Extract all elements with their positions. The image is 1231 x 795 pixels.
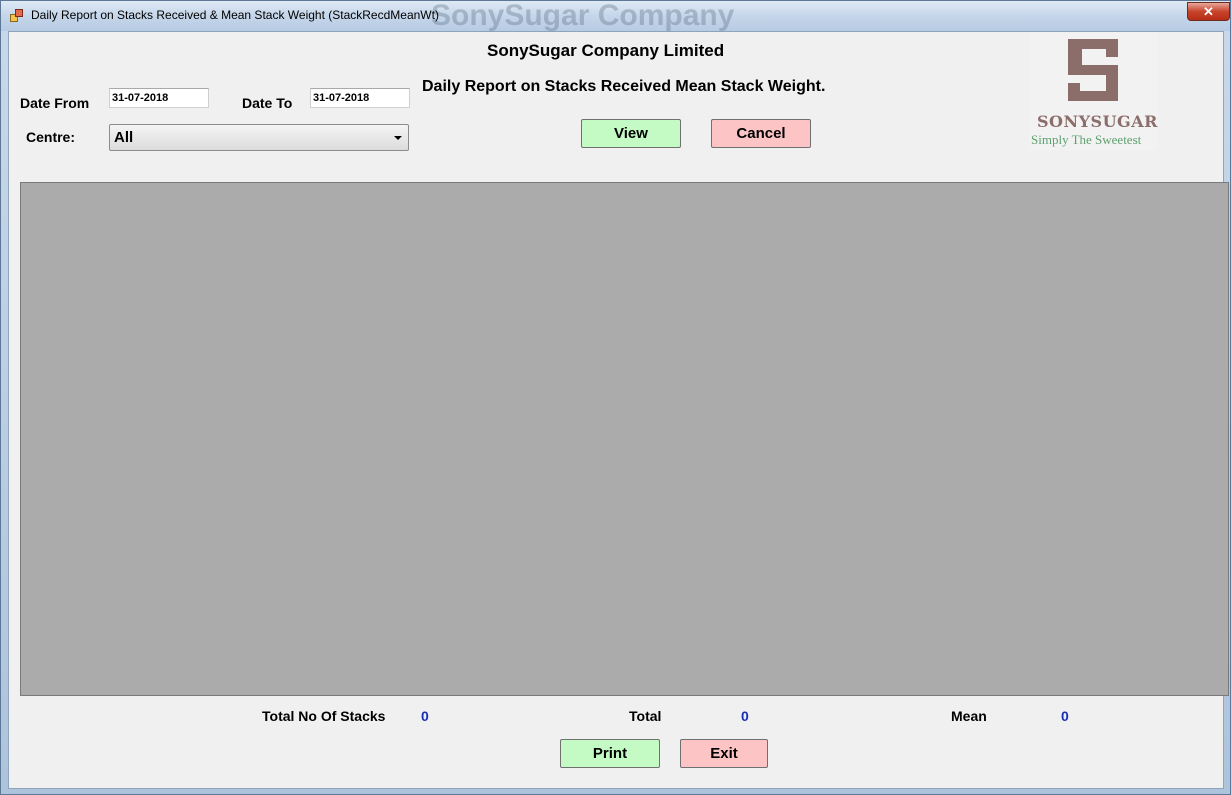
total-stacks-label: Total No Of Stacks	[262, 708, 386, 724]
centre-label: Centre:	[26, 129, 76, 145]
title-bar[interactable]: SonySugar Company Daily Report on Stacks…	[1, 1, 1230, 31]
exit-button[interactable]: Exit	[680, 739, 768, 768]
company-logo: SONYSUGAR Simply The Sweetest	[1029, 32, 1157, 150]
logo-wordmark: SONYSUGAR	[1037, 112, 1158, 131]
date-from-field[interactable]: 31-07-2018	[109, 88, 209, 108]
background-window-title: SonySugar Company	[431, 1, 735, 31]
company-name: SonySugar Company Limited	[487, 41, 725, 60]
total-value: 0	[741, 708, 749, 724]
mean-value: 0	[1061, 708, 1069, 724]
report-grid[interactable]	[20, 182, 1229, 696]
date-from-label: Date From	[20, 95, 90, 111]
dropdown-arrow-icon[interactable]	[394, 136, 402, 140]
centre-selected-value: All	[114, 129, 134, 146]
view-button[interactable]: View	[581, 119, 681, 148]
logo-tagline: Simply The Sweetest	[1031, 132, 1142, 147]
window-title: Daily Report on Stacks Received & Mean S…	[31, 8, 439, 22]
form-client-area: SonySugar Company Limited Daily Report o…	[8, 31, 1229, 789]
total-label: Total	[629, 708, 662, 724]
print-button[interactable]: Print	[560, 739, 660, 768]
date-to-field[interactable]: 31-07-2018	[310, 88, 410, 108]
report-window: SonySugar Company Daily Report on Stacks…	[0, 0, 1231, 795]
report-title: Daily Report on Stacks Received Mean Sta…	[422, 78, 826, 95]
cancel-button[interactable]: Cancel	[711, 119, 811, 148]
centre-dropdown[interactable]: All	[109, 124, 409, 151]
mean-label: Mean	[951, 708, 987, 724]
close-window-button[interactable]: ✕	[1187, 2, 1230, 21]
date-to-label: Date To	[242, 95, 293, 111]
total-stacks-value: 0	[421, 708, 429, 724]
application-icon	[10, 9, 23, 22]
sonysugar-logo-icon	[1068, 39, 1118, 101]
